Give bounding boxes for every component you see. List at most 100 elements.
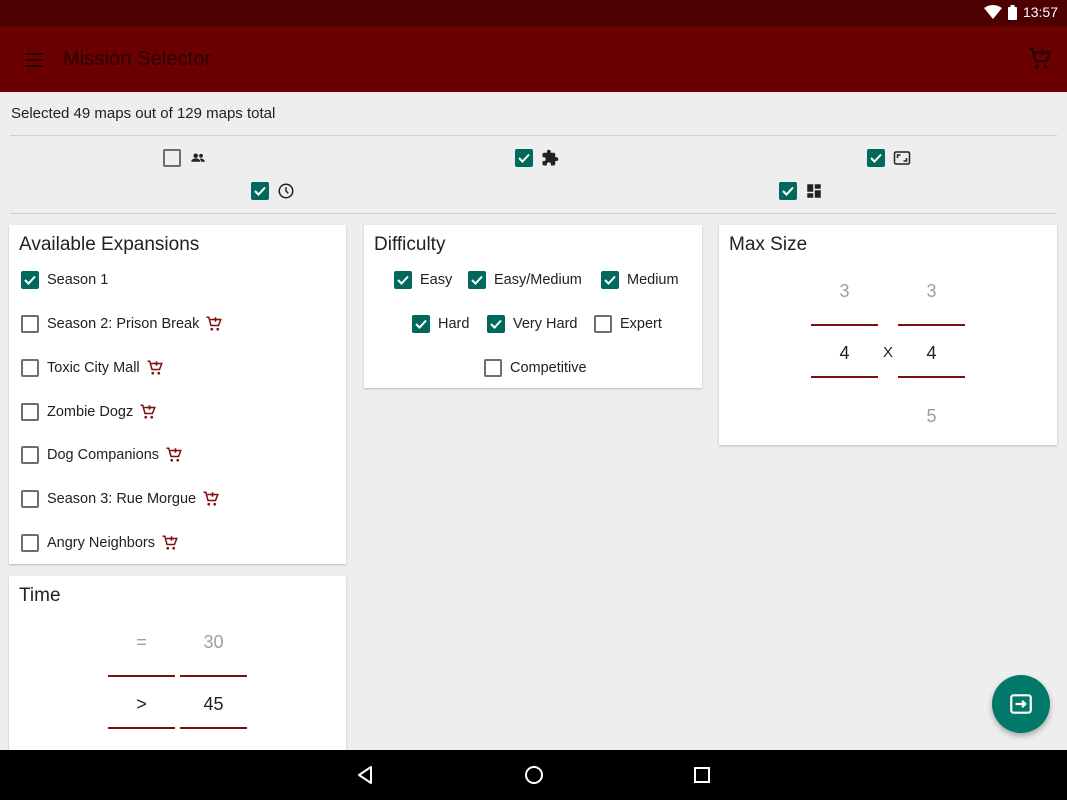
add-shopping-cart-icon[interactable] bbox=[146, 359, 164, 377]
checkbox[interactable] bbox=[163, 149, 181, 167]
clock-icon bbox=[278, 183, 294, 199]
difficulty-label: Hard bbox=[438, 316, 470, 332]
wifi-icon bbox=[983, 5, 1002, 19]
checkbox[interactable] bbox=[779, 182, 797, 200]
dashboard-tiles-icon bbox=[807, 184, 821, 198]
difficulty-label: Medium bbox=[627, 272, 679, 288]
expansions-title: Available Expansions bbox=[19, 234, 200, 255]
height-picker-above[interactable]: 3 bbox=[898, 281, 965, 302]
max-size-title: Max Size bbox=[729, 234, 808, 255]
size-separator: X bbox=[883, 344, 894, 361]
expansion-toxic-city-mall[interactable]: Toxic City Mall bbox=[21, 359, 164, 377]
time-card: Time = > 30 45 bbox=[9, 576, 346, 766]
checkbox[interactable] bbox=[21, 359, 39, 377]
difficulty-label: Very Hard bbox=[513, 316, 578, 332]
checkbox[interactable] bbox=[21, 315, 39, 333]
difficulty-competitive[interactable]: Competitive bbox=[484, 359, 587, 377]
checkbox[interactable] bbox=[21, 446, 39, 464]
page-title: Mission Selector bbox=[63, 48, 212, 70]
group-icon bbox=[191, 153, 205, 162]
operator-picker-selected[interactable]: > bbox=[108, 694, 175, 715]
picker-divider bbox=[180, 675, 247, 677]
difficulty-easy-medium[interactable]: Easy/Medium bbox=[468, 271, 582, 289]
difficulty-label: Expert bbox=[620, 316, 662, 332]
filter-toggle-players[interactable] bbox=[163, 149, 207, 167]
checkbox[interactable] bbox=[468, 271, 486, 289]
operator-picker-above[interactable]: = bbox=[108, 632, 175, 653]
checkbox[interactable] bbox=[21, 403, 39, 421]
expansion-season-3[interactable]: Season 3: Rue Morgue bbox=[21, 490, 220, 508]
height-picker-below[interactable]: 5 bbox=[898, 406, 965, 427]
expansion-label: Angry Neighbors bbox=[47, 535, 155, 551]
expansion-label: Season 3: Rue Morgue bbox=[47, 491, 197, 507]
home-icon[interactable] bbox=[522, 763, 546, 787]
height-picker-selected[interactable]: 4 bbox=[898, 343, 965, 364]
expansion-season-1[interactable]: Season 1 bbox=[21, 271, 108, 289]
checkbox[interactable] bbox=[21, 271, 39, 289]
difficulty-very-hard[interactable]: Very Hard bbox=[487, 315, 577, 333]
time-title: Time bbox=[19, 585, 61, 606]
battery-icon bbox=[1007, 4, 1017, 20]
checkbox[interactable] bbox=[412, 315, 430, 333]
add-shopping-cart-icon[interactable] bbox=[205, 315, 223, 333]
width-picker-above[interactable]: 3 bbox=[811, 281, 878, 302]
add-shopping-cart-icon[interactable] bbox=[161, 534, 179, 552]
expansion-dog-companions[interactable]: Dog Companions bbox=[21, 446, 183, 464]
add-shopping-cart-icon[interactable] bbox=[202, 490, 220, 508]
add-shopping-cart-icon[interactable] bbox=[165, 446, 183, 464]
checkbox[interactable] bbox=[515, 149, 533, 167]
checkbox[interactable] bbox=[487, 315, 505, 333]
picker-divider bbox=[180, 727, 247, 729]
expansion-label: Toxic City Mall bbox=[47, 360, 140, 376]
status-time: 13:57 bbox=[1022, 4, 1058, 20]
expansion-angry-neighbors[interactable]: Angry Neighbors bbox=[21, 534, 179, 552]
expansions-card: Available Expansions Season 1 Season 2: … bbox=[9, 225, 346, 564]
difficulty-medium[interactable]: Medium bbox=[601, 271, 679, 289]
picker-divider bbox=[811, 324, 878, 326]
checkbox[interactable] bbox=[601, 271, 619, 289]
difficulty-label: Easy bbox=[420, 272, 453, 288]
expansion-label: Zombie Dogz bbox=[47, 404, 134, 420]
difficulty-easy[interactable]: Easy bbox=[394, 271, 452, 289]
divider bbox=[10, 213, 1057, 214]
expansion-zombie-dogz[interactable]: Zombie Dogz bbox=[21, 403, 157, 421]
filter-toggle-difficulty[interactable] bbox=[779, 182, 823, 200]
difficulty-label: Competitive bbox=[510, 360, 587, 376]
add-shopping-cart-icon[interactable] bbox=[1027, 46, 1053, 72]
add-shopping-cart-icon[interactable] bbox=[139, 403, 157, 421]
recents-icon[interactable] bbox=[690, 763, 714, 787]
time-picker-selected[interactable]: 45 bbox=[180, 694, 247, 715]
picker-divider bbox=[898, 324, 965, 326]
hamburger-menu-icon[interactable] bbox=[22, 48, 46, 72]
expansion-label: Dog Companions bbox=[47, 447, 160, 463]
picker-divider bbox=[811, 376, 878, 378]
puzzle-extension-icon bbox=[542, 149, 559, 166]
difficulty-expert[interactable]: Expert bbox=[594, 315, 662, 333]
expansion-label: Season 1 bbox=[47, 272, 109, 288]
max-size-card: Max Size 3 4 X 3 4 5 bbox=[719, 225, 1057, 445]
selection-summary: Selected 49 maps out of 129 maps total bbox=[11, 105, 276, 122]
filter-toggle-time[interactable] bbox=[251, 182, 295, 200]
picker-divider bbox=[108, 675, 175, 677]
checkbox[interactable] bbox=[484, 359, 502, 377]
checkbox[interactable] bbox=[251, 182, 269, 200]
checkbox[interactable] bbox=[21, 534, 39, 552]
difficulty-title: Difficulty bbox=[374, 234, 446, 255]
width-picker-selected[interactable]: 4 bbox=[811, 343, 878, 364]
checkbox[interactable] bbox=[394, 271, 412, 289]
checkbox[interactable] bbox=[867, 149, 885, 167]
aspect-ratio-icon bbox=[893, 151, 911, 165]
filter-toggle-size[interactable] bbox=[867, 149, 911, 167]
checkbox[interactable] bbox=[21, 490, 39, 508]
difficulty-hard[interactable]: Hard bbox=[412, 315, 469, 333]
difficulty-label: Easy/Medium bbox=[494, 272, 582, 288]
back-icon[interactable] bbox=[353, 763, 377, 787]
time-picker-above[interactable]: 30 bbox=[180, 632, 247, 653]
exit-to-app-button[interactable] bbox=[992, 675, 1050, 733]
checkbox[interactable] bbox=[594, 315, 612, 333]
divider bbox=[10, 135, 1057, 136]
filter-toggle-expansions[interactable] bbox=[515, 149, 559, 167]
status-icons: 13:57 bbox=[983, 4, 1058, 20]
expansion-season-2[interactable]: Season 2: Prison Break bbox=[21, 315, 223, 333]
status-bar: 13:57 bbox=[0, 0, 1067, 26]
